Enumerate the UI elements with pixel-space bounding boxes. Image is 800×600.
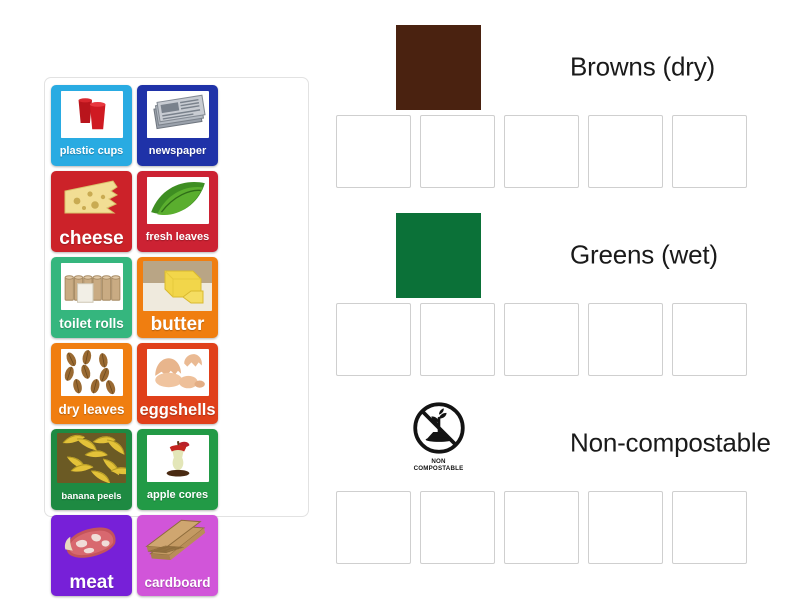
green-leaves-icon — [146, 177, 209, 224]
draggable-card[interactable]: plastic cups — [51, 85, 132, 166]
corrugated-cardboard-icon — [143, 519, 212, 569]
cheese-wedge-icon — [57, 175, 126, 225]
greens-color-swatch — [396, 213, 481, 298]
draggable-card[interactable]: dry leaves — [51, 343, 132, 424]
drop-slot[interactable] — [588, 491, 663, 564]
category-row-non-compostable: NON COMPOSTABLE Non-compostable — [336, 396, 782, 564]
card-label: toilet rolls — [59, 316, 124, 332]
red-plastic-cups-icon — [60, 91, 123, 138]
non-compostable-icon: NON COMPOSTABLE — [396, 399, 481, 487]
banana-peels-icon — [57, 433, 126, 483]
drop-slot[interactable] — [420, 303, 495, 376]
newspaper-stack-icon — [146, 91, 209, 138]
drop-slot[interactable] — [336, 115, 411, 188]
butter-block-icon — [143, 261, 212, 311]
browns-color-swatch — [396, 25, 481, 110]
drop-slot[interactable] — [672, 303, 747, 376]
broken-eggshells-icon — [146, 349, 209, 396]
draggable-card[interactable]: eggshells — [137, 343, 218, 424]
draggable-card[interactable]: toilet rolls — [51, 257, 132, 338]
dry-brown-leaves-icon — [60, 349, 123, 396]
drop-slot[interactable] — [336, 303, 411, 376]
draggable-card[interactable]: butter — [137, 257, 218, 338]
draggable-card[interactable]: cardboard — [137, 515, 218, 596]
card-label: meat — [69, 571, 114, 593]
apple-core-icon — [146, 435, 209, 482]
drop-slot[interactable] — [504, 303, 579, 376]
card-label: banana peels — [61, 490, 122, 502]
drop-slot[interactable] — [420, 491, 495, 564]
card-label: cheese — [59, 227, 124, 249]
drop-slot[interactable] — [588, 115, 663, 188]
card-label: fresh leaves — [145, 231, 210, 244]
card-label: eggshells — [139, 400, 216, 419]
card-label: plastic cups — [59, 145, 124, 158]
category-title: Non-compostable — [570, 427, 771, 457]
drop-slot[interactable] — [504, 115, 579, 188]
draggable-items-tray: plastic cups newspaper cheese fresh leav… — [44, 77, 309, 596]
drop-slot[interactable] — [504, 491, 579, 564]
drop-slot[interactable] — [672, 115, 747, 188]
category-header: Browns (dry) — [336, 20, 782, 113]
draggable-card[interactable]: fresh leaves — [137, 171, 218, 252]
drop-slot[interactable] — [336, 491, 411, 564]
drop-slot-strip — [336, 491, 747, 564]
category-header: NON COMPOSTABLE Non-compostable — [336, 396, 782, 489]
drop-slot-strip — [336, 303, 747, 376]
draggable-card[interactable]: apple cores — [137, 429, 218, 510]
non-compostable-caption: NON COMPOSTABLE — [413, 458, 464, 473]
draggable-card[interactable]: banana peels — [51, 429, 132, 510]
drop-slot[interactable] — [588, 303, 663, 376]
drop-slot-strip — [336, 115, 747, 188]
card-label: butter — [150, 313, 205, 335]
card-label: newspaper — [148, 145, 207, 158]
draggable-card[interactable]: cheese — [51, 171, 132, 252]
category-row-greens-wet: Greens (wet) — [336, 208, 782, 376]
category-row-browns-dry: Browns (dry) — [336, 20, 782, 188]
drop-slot[interactable] — [420, 115, 495, 188]
card-label: cardboard — [144, 574, 211, 590]
category-title: Browns (dry) — [570, 51, 715, 81]
category-title: Greens (wet) — [570, 239, 718, 269]
toilet-roll-tubes-icon — [60, 263, 123, 310]
activity-stage: plastic cups newspaper cheese fresh leav… — [0, 0, 800, 600]
card-label: apple cores — [146, 489, 209, 502]
card-label: dry leaves — [58, 402, 125, 418]
drop-slot[interactable] — [672, 491, 747, 564]
category-header: Greens (wet) — [336, 208, 782, 301]
draggable-card[interactable]: meat — [51, 515, 132, 596]
draggable-card[interactable]: newspaper — [137, 85, 218, 166]
raw-meat-steak-icon — [57, 519, 126, 569]
